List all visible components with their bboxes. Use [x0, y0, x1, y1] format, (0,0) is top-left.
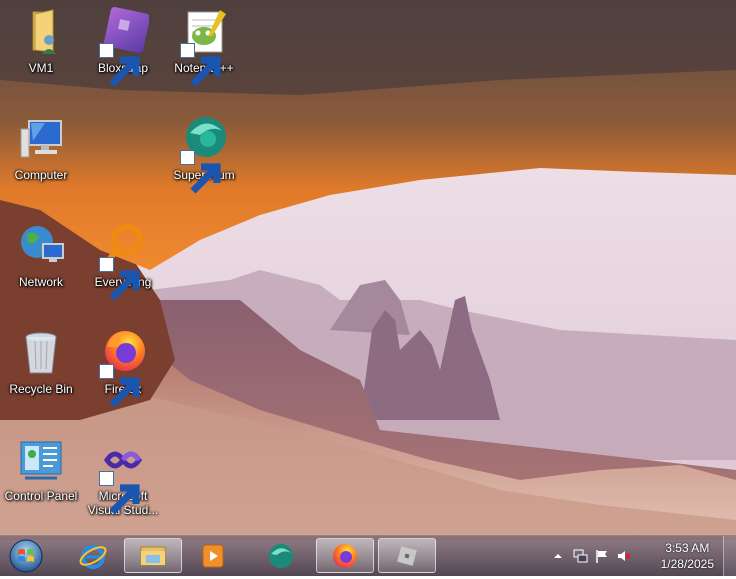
computer-icon [15, 113, 67, 165]
show-desktop-button[interactable] [723, 536, 736, 576]
taskbar-supermium[interactable] [252, 538, 310, 573]
shortcut-arrow-icon [99, 43, 140, 87]
desktop-icon-network[interactable]: Network [0, 216, 85, 312]
taskbar-internet-explorer[interactable] [64, 538, 122, 573]
taskbar-media-player[interactable] [184, 538, 242, 573]
internet-explorer-icon [79, 544, 107, 569]
file-explorer-icon [140, 546, 166, 565]
system-tray: 3:53 AM 1/28/2025 [546, 536, 736, 576]
media-player-icon [202, 544, 224, 567]
desktop-icon-everything[interactable]: Everything [79, 216, 167, 312]
notepadpp-icon [178, 6, 230, 87]
recycle-bin-icon [15, 327, 67, 379]
shortcut-arrow-icon [180, 150, 221, 194]
shortcut-arrow-icon [99, 471, 140, 515]
shortcut-arrow-icon [99, 364, 140, 408]
desktop-icon-supermium[interactable]: Supermium [160, 109, 248, 205]
desktop-icon-computer[interactable]: Computer [0, 109, 85, 205]
shortcut-arrow-icon [99, 257, 140, 301]
taskbar: 3:53 AM 1/28/2025 [0, 535, 736, 576]
desktop-icon-bloxstrap[interactable]: Bloxstrap [79, 2, 167, 98]
taskbar-file-explorer[interactable] [124, 538, 182, 573]
network-status-icon[interactable] [572, 548, 588, 564]
supermium-icon [178, 113, 230, 194]
clock-date: 1/28/2025 [660, 557, 714, 571]
windows-start-icon [9, 539, 43, 573]
desktop-icon-label: Control Panel [4, 489, 78, 503]
start-button[interactable] [6, 538, 46, 574]
shortcut-arrow-icon [180, 43, 221, 87]
desktop-icon-visual-studio[interactable]: Microsoft Visual Stud... [79, 430, 167, 526]
desktop-icon-recycle-bin[interactable]: Recycle Bin [0, 323, 85, 419]
action-center-flag-icon[interactable] [594, 548, 610, 564]
control-panel-icon [15, 434, 67, 486]
desktop-icon-label: Network [18, 275, 63, 289]
supermium-icon [269, 543, 293, 568]
desktop-icon-control-panel[interactable]: Control Panel [0, 430, 85, 526]
desktop-icon-label: Recycle Bin [9, 382, 73, 396]
clock-time: 3:53 AM [665, 541, 710, 555]
bloxstrap-icon [97, 6, 149, 87]
visual-studio-icon [97, 434, 149, 515]
everything-icon [97, 220, 149, 301]
volume-muted-icon[interactable] [616, 548, 632, 564]
network-icon [15, 220, 67, 272]
folder-user-icon [15, 6, 67, 58]
taskbar-firefox[interactable] [316, 538, 374, 573]
firefox-icon [97, 327, 149, 408]
show-hidden-icons-icon[interactable] [550, 548, 566, 564]
desktop-icon-notepadpp[interactable]: Notepad++ [160, 2, 248, 98]
firefox-icon [333, 543, 357, 568]
desktop-icon-vm1[interactable]: VM1 [0, 2, 85, 98]
roblox-icon [397, 545, 417, 566]
desktop-icon-label: Computer [14, 168, 68, 182]
desktop-icon-firefox[interactable]: Firefox [79, 323, 167, 419]
desktop-icon-label: VM1 [28, 61, 54, 75]
taskbar-roblox[interactable] [378, 538, 436, 573]
system-clock[interactable]: 3:53 AM 1/28/2025 [661, 540, 714, 572]
